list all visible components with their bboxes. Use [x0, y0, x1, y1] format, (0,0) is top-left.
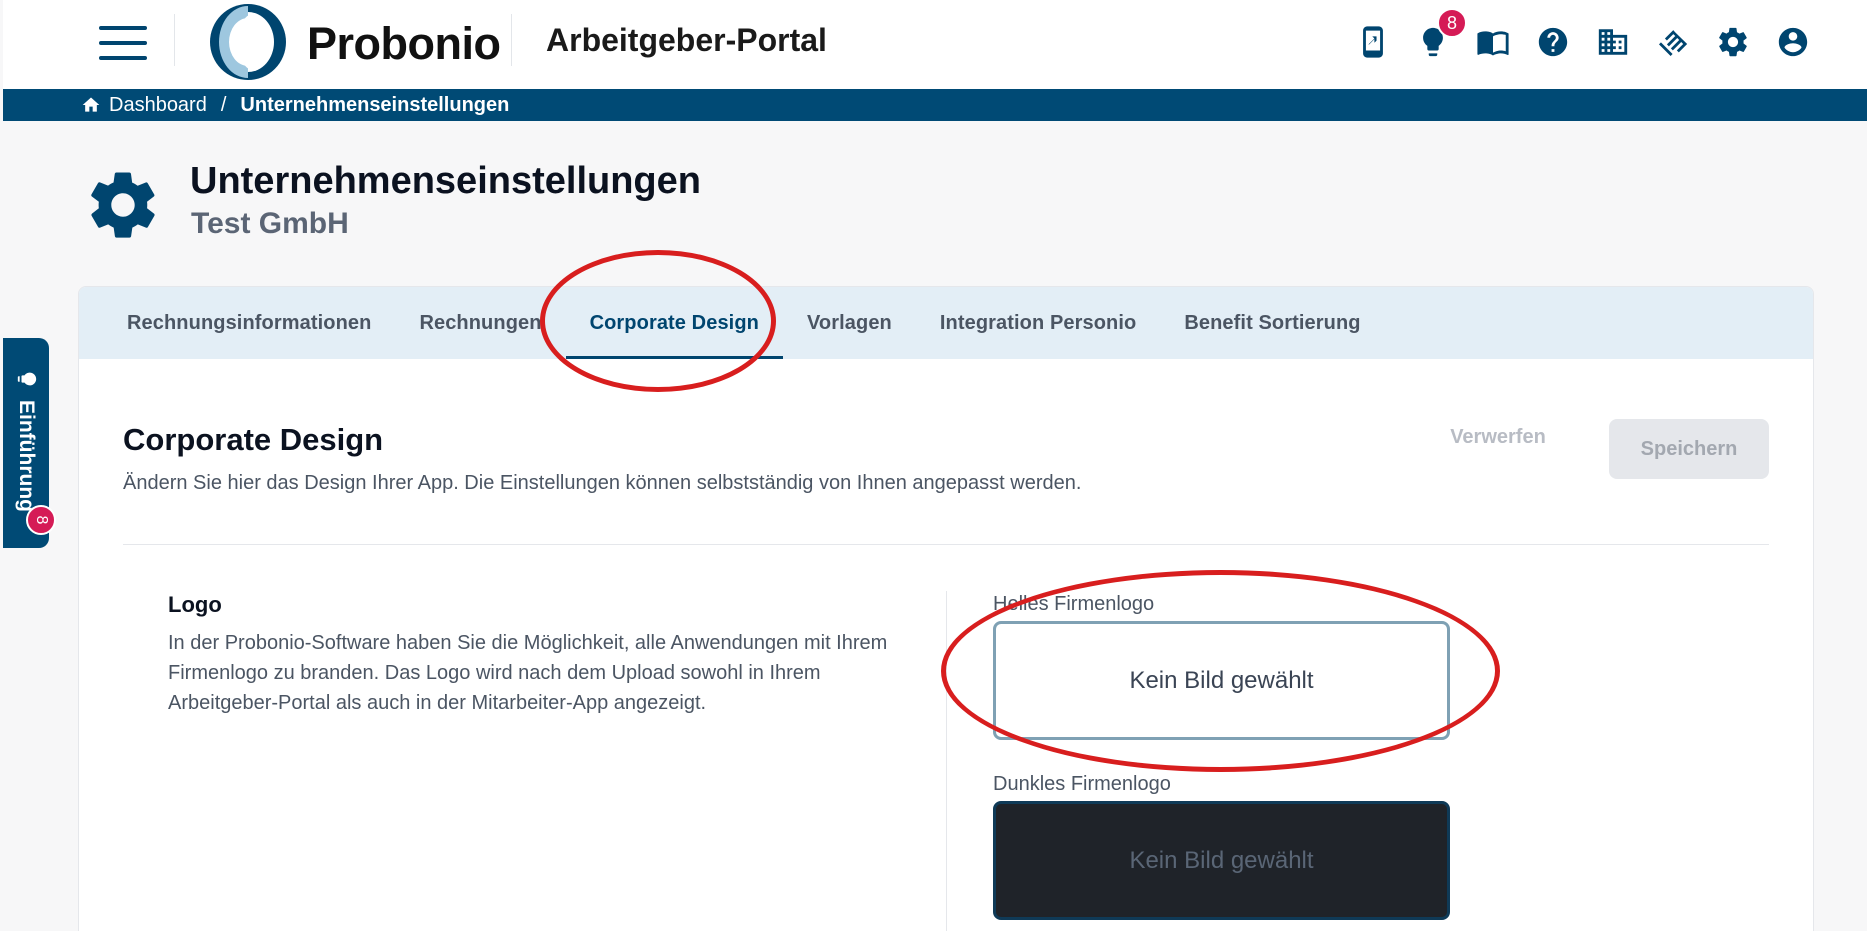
logo-heading: Logo [168, 592, 222, 617]
company-name: Test GmbH [191, 207, 349, 240]
dark-logo-upload[interactable]: Kein Bild gewählt [993, 801, 1450, 920]
tab-rechnungsinformationen[interactable]: Rechnungsinformationen [103, 287, 395, 359]
section-header: Corporate Design Ändern Sie hier das Des… [123, 422, 1081, 495]
column-divider [946, 591, 947, 931]
section-divider [123, 544, 1769, 545]
breadcrumb-separator: / [220, 93, 227, 116]
lightbulb-icon[interactable]: 8 [1403, 8, 1467, 64]
breadcrumb: Dashboard / Unternehmenseinstellungen [3, 89, 1867, 121]
header-divider [511, 14, 512, 66]
tab-integration-personio[interactable]: Integration Personio [916, 287, 1160, 359]
discard-button[interactable]: Verwerfen [1443, 417, 1553, 457]
section-description: Ändern Sie hier das Design Ihrer App. Di… [123, 472, 1082, 494]
breadcrumb-dashboard-link[interactable]: Dashboard [109, 94, 207, 117]
top-header: Probonio Arbeitgeber-Portal 8 [3, 0, 1867, 89]
portal-title: Arbeitgeber-Portal [546, 22, 827, 58]
settings-tabs: Rechnungsinformationen Rechnungen Corpor… [79, 287, 1813, 359]
mobile-share-icon[interactable] [1343, 20, 1403, 64]
help-icon[interactable] [1523, 20, 1583, 64]
lightbulb-icon [17, 372, 37, 386]
book-icon[interactable] [1463, 20, 1523, 64]
logo-description: In der Probonio-Software haben Sie die M… [168, 632, 888, 714]
breadcrumb-current: Unternehmenseinstellungen [240, 93, 510, 116]
tab-vorlagen[interactable]: Vorlagen [783, 287, 916, 359]
gear-icon[interactable] [1703, 20, 1763, 64]
page-title: Unternehmenseinstellungen [190, 160, 701, 202]
account-icon[interactable] [1763, 20, 1823, 64]
intro-tab-label: Einführung [15, 400, 38, 512]
light-logo-upload[interactable]: Kein Bild gewählt [993, 621, 1450, 740]
intro-badge: 8 [26, 505, 56, 535]
probonio-logo[interactable] [207, 2, 289, 82]
save-button[interactable]: Speichern [1609, 419, 1769, 479]
tab-corporate-design[interactable]: Corporate Design [565, 287, 784, 359]
menu-icon[interactable] [99, 26, 147, 60]
light-logo-label: Helles Firmenlogo [993, 593, 1155, 615]
settings-gear-icon [91, 172, 155, 238]
logo-info: Logo In der Probonio-Software haben Sie … [168, 592, 908, 718]
dark-logo-label: Dunkles Firmenlogo [993, 773, 1171, 795]
header-divider [174, 14, 175, 66]
home-icon [82, 97, 100, 112]
tab-rechnungen[interactable]: Rechnungen [395, 287, 565, 359]
section-title: Corporate Design [123, 422, 384, 457]
building-icon[interactable] [1583, 20, 1643, 64]
brand-name: Probonio [307, 18, 501, 69]
settings-card: Rechnungsinformationen Rechnungen Corpor… [78, 286, 1814, 931]
handshake-icon[interactable] [1643, 20, 1703, 64]
header-icon-bar: 8 [1343, 8, 1823, 64]
tab-benefit-sortierung[interactable]: Benefit Sortierung [1160, 287, 1384, 359]
